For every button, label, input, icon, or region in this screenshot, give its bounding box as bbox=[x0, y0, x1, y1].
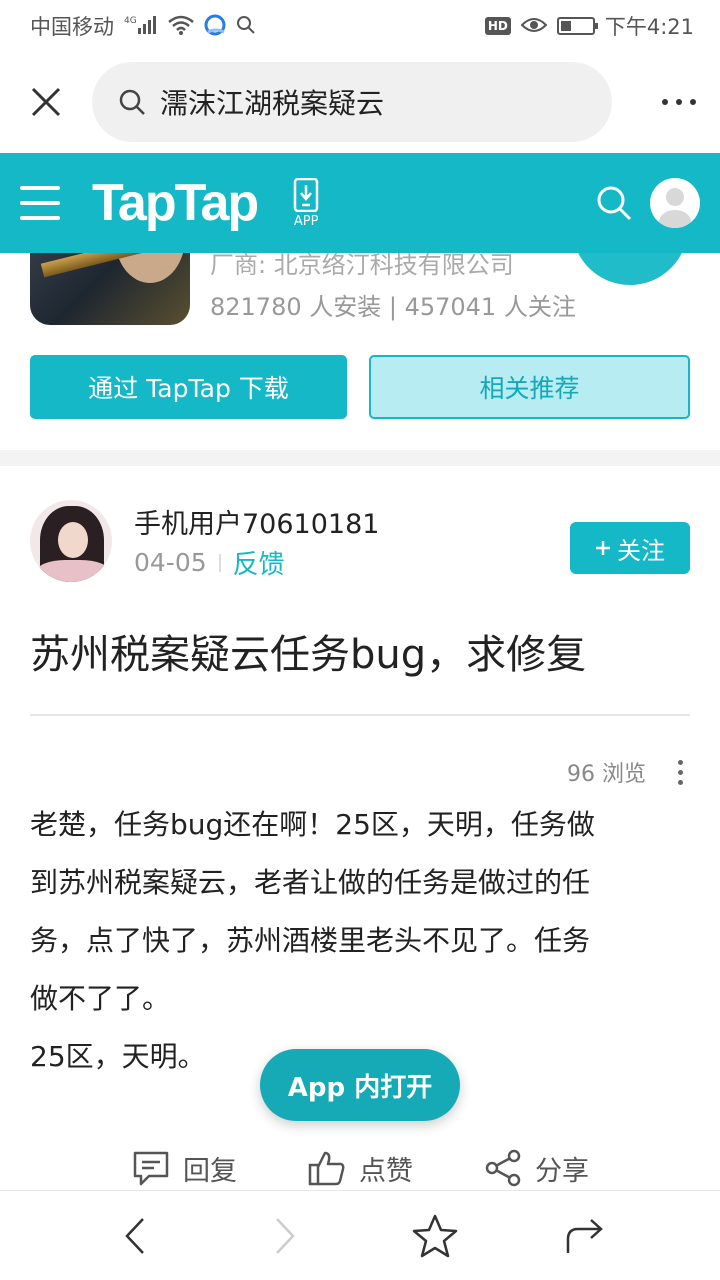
reply-label: 回复 bbox=[183, 1155, 237, 1187]
status-bar: 中国移动 4G HD 下午4:21 bbox=[0, 0, 720, 52]
chevron-left-icon bbox=[125, 1217, 144, 1254]
signal-icon: 4G bbox=[124, 14, 158, 39]
more-dot-icon bbox=[676, 99, 682, 105]
app-label: APP bbox=[293, 213, 319, 229]
app-action-row: 通过 TapTap 下载 相关推荐 bbox=[30, 355, 690, 419]
like-label: 点赞 bbox=[359, 1155, 413, 1187]
post-options-icon[interactable] bbox=[670, 759, 690, 785]
hd-badge: HD bbox=[484, 17, 511, 35]
related-button[interactable]: 相关推荐 bbox=[369, 355, 690, 419]
body-line: 老楚，任务bug还在啊！25区，天明，任务做 bbox=[30, 808, 595, 841]
post-date: 04-05 bbox=[134, 548, 207, 577]
bookmark-button[interactable] bbox=[405, 1206, 465, 1266]
battery-icon bbox=[556, 17, 598, 35]
taptap-header: TapTap APP bbox=[0, 153, 720, 253]
close-button[interactable] bbox=[24, 80, 68, 124]
star-icon bbox=[412, 1214, 458, 1257]
browser-bar: 濡沫江湖税案疑云 bbox=[0, 52, 720, 152]
close-icon bbox=[31, 87, 61, 117]
like-button[interactable]: 点赞 bbox=[307, 1148, 413, 1188]
author-name[interactable]: 手机用户70610181 bbox=[134, 502, 379, 541]
browser-app-icon bbox=[204, 14, 226, 39]
search-status-icon bbox=[236, 15, 256, 38]
forward-arrow-icon bbox=[566, 1218, 603, 1253]
thumbs-up-icon bbox=[308, 1151, 345, 1186]
clock: 下午4:21 bbox=[604, 15, 694, 39]
url-text: 濡沫江湖税案疑云 bbox=[160, 87, 385, 120]
view-count: 96 浏览 bbox=[567, 762, 646, 787]
more-menu-button[interactable] bbox=[636, 80, 696, 124]
post-body: 老楚，任务bug还在啊！25区，天明，任务做 到苏州税案疑云，老者让做的任务是做… bbox=[30, 796, 690, 1086]
body-line: 务，点了快了，苏州酒楼里老头不见了。任务 bbox=[30, 924, 591, 957]
taptap-logo[interactable]: TapTap bbox=[92, 173, 259, 233]
carrier-name: 中国移动 bbox=[30, 15, 114, 39]
status-left: 中国移动 4G bbox=[30, 11, 256, 41]
app-info-card: 厂商: 北京络汀科技有限公司 821780 人安装 | 457041 人关注 通… bbox=[0, 253, 720, 449]
post-meta: 04-05 反馈 bbox=[134, 544, 285, 581]
battery-fill bbox=[560, 21, 572, 31]
search-icon bbox=[597, 186, 632, 221]
app-download-link[interactable]: APP bbox=[293, 177, 319, 229]
open-in-app-button[interactable]: App 内打开 bbox=[260, 1049, 460, 1121]
header-search-button[interactable] bbox=[592, 181, 636, 225]
eye-icon bbox=[520, 16, 548, 37]
more-dot-icon bbox=[662, 99, 668, 105]
views-row: 96 浏览 bbox=[30, 756, 690, 788]
body-line: 做不了了。 bbox=[30, 982, 171, 1015]
body-line: 到苏州税案疑云，老者让做的任务是做过的任 bbox=[30, 866, 591, 899]
browser-bottom-nav bbox=[0, 1190, 720, 1280]
wifi-icon bbox=[168, 15, 194, 38]
phone-download-icon bbox=[293, 177, 319, 212]
share-label: 分享 bbox=[535, 1155, 589, 1187]
status-right: HD 下午4:21 bbox=[484, 11, 694, 41]
comment-icon bbox=[133, 1151, 169, 1186]
game-icon bbox=[30, 253, 190, 325]
url-bar[interactable]: 濡沫江湖税案疑云 bbox=[92, 62, 612, 142]
post-title: 苏州税案疑云任务bug，求修复 bbox=[30, 632, 587, 678]
rating-badge bbox=[572, 253, 688, 285]
user-avatar[interactable] bbox=[650, 178, 700, 228]
title-divider bbox=[30, 714, 690, 716]
follow-label: 关注 bbox=[617, 536, 665, 565]
back-button[interactable] bbox=[105, 1206, 165, 1266]
post-tag[interactable]: 反馈 bbox=[233, 544, 285, 581]
plus-icon bbox=[596, 541, 610, 555]
share-button[interactable]: 分享 bbox=[483, 1148, 589, 1188]
reply-button[interactable]: 回复 bbox=[131, 1148, 237, 1188]
share-icon bbox=[485, 1149, 521, 1187]
follow-button[interactable]: 关注 bbox=[570, 522, 690, 574]
search-icon bbox=[119, 89, 145, 115]
more-dot-icon bbox=[690, 99, 696, 105]
forward-button[interactable] bbox=[255, 1206, 315, 1266]
post-action-bar: 回复 点赞 分享 bbox=[0, 1138, 720, 1198]
menu-icon[interactable] bbox=[20, 186, 60, 220]
user-icon bbox=[659, 188, 691, 228]
app-stats: 821780 人安装 | 457041 人关注 bbox=[210, 293, 576, 321]
developer-name: 厂商: 北京络汀科技有限公司 bbox=[210, 253, 514, 279]
chevron-right-icon bbox=[276, 1217, 295, 1254]
author-avatar[interactable] bbox=[30, 500, 112, 582]
download-button[interactable]: 通过 TapTap 下载 bbox=[30, 355, 347, 419]
meta-separator bbox=[218, 553, 221, 572]
svg-text:4G: 4G bbox=[124, 16, 137, 26]
section-divider bbox=[0, 450, 720, 466]
share-page-button[interactable] bbox=[555, 1206, 615, 1266]
